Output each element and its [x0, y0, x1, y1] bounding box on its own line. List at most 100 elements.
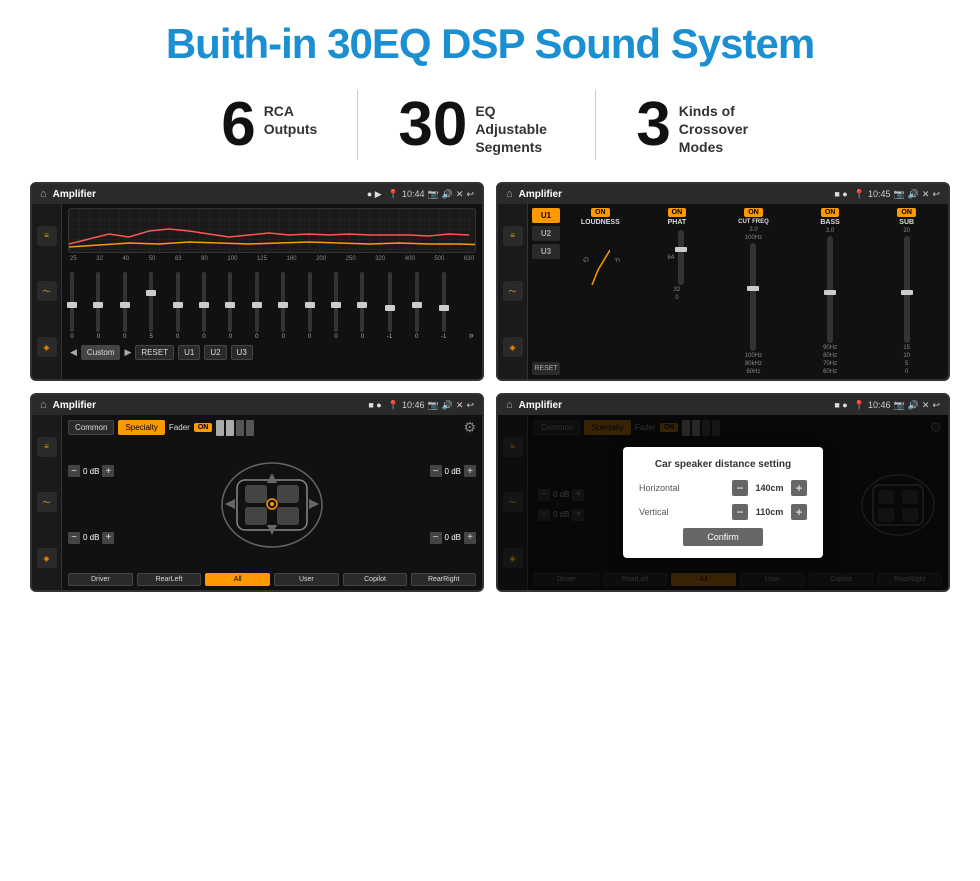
- eq-slider-10[interactable]: 0: [308, 272, 312, 340]
- eq-labels: 2532 4050 6380 100125 160200 250320 4005…: [68, 256, 476, 262]
- settings-icon[interactable]: ⚙: [463, 419, 476, 436]
- home-icon-4[interactable]: ⌂: [506, 399, 513, 411]
- back-icon-4[interactable]: ↩: [932, 400, 940, 411]
- next-preset-btn[interactable]: ▶: [124, 347, 131, 358]
- screen-sidebar-3: ≡ 〜 ◈: [32, 415, 62, 590]
- minus-br[interactable]: −: [430, 532, 442, 544]
- sidebar-eq-btn-2[interactable]: ≡: [503, 226, 523, 246]
- stat-label-crossover: Kinds of Crossover Modes: [679, 102, 759, 157]
- time-3: 10:46: [402, 400, 425, 410]
- db-ctrl-tr: − 0 dB +: [430, 465, 476, 477]
- eq-graph: [68, 208, 476, 253]
- home-icon-2[interactable]: ⌂: [506, 188, 513, 200]
- eq-slider-11[interactable]: 0: [334, 272, 338, 340]
- all-btn[interactable]: All: [205, 573, 270, 586]
- eq-slider-14[interactable]: 0: [415, 272, 419, 340]
- copilot-btn[interactable]: Copilot: [343, 573, 408, 586]
- eq-slider-5[interactable]: 0: [176, 272, 180, 340]
- eq-slider-8[interactable]: 0: [255, 272, 259, 340]
- db-ctrl-tl: − 0 dB +: [68, 465, 114, 477]
- horizontal-plus-btn[interactable]: +: [791, 480, 807, 496]
- u1-btn-1[interactable]: U1: [178, 345, 200, 360]
- minus-tr[interactable]: −: [430, 465, 442, 477]
- prev-preset-btn[interactable]: ◀: [70, 347, 77, 358]
- eq-sliders: 0 0 0 5 0 0 0 0 0 0 0 0 -1 0 -1: [68, 265, 476, 340]
- back-icon-3[interactable]: ↩: [466, 400, 474, 411]
- cutfreq-col: ON CUT FREQ 3.0 100Hz 100Hz 80kHz 60Hz: [716, 208, 791, 375]
- minus-bl[interactable]: −: [68, 532, 80, 544]
- sidebar-wave-btn[interactable]: 〜: [37, 281, 57, 301]
- bass-col: ON BASS 3.0 90Hz 80Hz 70Hz 60Hz: [793, 208, 868, 375]
- plus-tl[interactable]: +: [102, 465, 114, 477]
- fader-on-badge[interactable]: ON: [194, 423, 213, 432]
- phat-on[interactable]: ON: [668, 208, 687, 217]
- plus-bl[interactable]: +: [102, 532, 114, 544]
- u1-preset[interactable]: U1: [532, 208, 560, 223]
- arrow-right-icon[interactable]: »: [469, 330, 474, 340]
- stat-crossover: 3 Kinds of Crossover Modes: [596, 94, 798, 157]
- reset-btn-amp[interactable]: RESET: [532, 362, 560, 375]
- status-bar-1: ⌂ Amplifier ● ▶ 📍 10:44 📷 🔊 ✕ ↩: [32, 184, 482, 204]
- cutfreq-on[interactable]: ON: [744, 208, 763, 217]
- home-icon-3[interactable]: ⌂: [40, 399, 47, 411]
- eq-main: 2532 4050 6380 100125 160200 250320 4005…: [62, 204, 482, 379]
- rear-left-btn[interactable]: RearLeft: [137, 573, 202, 586]
- confirm-btn[interactable]: Confirm: [683, 528, 763, 546]
- sub-label: SUB: [899, 219, 914, 226]
- sidebar-vol-btn[interactable]: ◈: [37, 337, 57, 357]
- loudness-label: LOUDNESS: [581, 219, 620, 226]
- status-bar-2: ⌂ Amplifier ■ ● 📍 10:45 📷 🔊 ✕ ↩: [498, 184, 948, 204]
- eq-slider-2[interactable]: 0: [96, 272, 100, 340]
- db-row-tr: − 0 dB +: [430, 465, 476, 477]
- sidebar-wave-btn-2[interactable]: 〜: [503, 281, 523, 301]
- plus-tr[interactable]: +: [464, 465, 476, 477]
- vertical-plus-btn[interactable]: +: [791, 504, 807, 520]
- sidebar-wave-btn-3[interactable]: 〜: [37, 492, 57, 512]
- sidebar-vol-btn-2[interactable]: ◈: [503, 337, 523, 357]
- u2-btn-1[interactable]: U2: [204, 345, 226, 360]
- u3-preset[interactable]: U3: [532, 244, 560, 259]
- sidebar-eq-btn[interactable]: ≡: [37, 226, 57, 246]
- eq-slider-6[interactable]: 0: [202, 272, 206, 340]
- screen-amp: ⌂ Amplifier ■ ● 📍 10:45 📷 🔊 ✕ ↩ ≡ 〜 ◈: [496, 182, 950, 381]
- eq-slider-1[interactable]: 0: [70, 272, 74, 340]
- u2-preset[interactable]: U2: [532, 226, 560, 241]
- status-dots-2: ■ ●: [834, 189, 847, 199]
- home-icon-1[interactable]: ⌂: [40, 188, 47, 200]
- bass-on[interactable]: ON: [821, 208, 840, 217]
- eq-slider-3[interactable]: 0: [123, 272, 127, 340]
- eq-slider-12[interactable]: 0: [360, 272, 364, 340]
- common-tab[interactable]: Common: [68, 420, 114, 435]
- fader-bar-1: [216, 420, 224, 436]
- screen-content-4: ≡ 〜 ◈ Common Specialty Fader ON: [498, 415, 948, 590]
- rear-right-btn[interactable]: RearRight: [411, 573, 476, 586]
- specialty-tab[interactable]: Specialty: [118, 420, 164, 435]
- back-icon-2[interactable]: ↩: [932, 189, 940, 200]
- db-val-tl: 0 dB: [83, 467, 99, 476]
- custom-preset-btn[interactable]: Custom: [81, 345, 121, 360]
- eq-slider-9[interactable]: 0: [281, 272, 285, 340]
- reset-btn-1[interactable]: RESET: [135, 345, 174, 360]
- minus-tl[interactable]: −: [68, 465, 80, 477]
- status-icons-1: 📍 10:44 📷 🔊 ✕ ↩: [388, 189, 474, 200]
- u3-btn-1[interactable]: U3: [231, 345, 253, 360]
- sidebar-eq-btn-3[interactable]: ≡: [37, 437, 57, 457]
- vertical-label: Vertical: [639, 507, 669, 517]
- vertical-value: 110cm: [752, 507, 787, 517]
- sub-on[interactable]: ON: [897, 208, 916, 217]
- driver-btn[interactable]: Driver: [68, 573, 133, 586]
- vertical-minus-btn[interactable]: −: [732, 504, 748, 520]
- eq-slider-13[interactable]: -1: [387, 272, 392, 340]
- loudness-on[interactable]: ON: [591, 208, 610, 217]
- user-btn[interactable]: User: [274, 573, 339, 586]
- eq-slider-7[interactable]: 0: [228, 272, 232, 340]
- app-name-4: Amplifier: [519, 400, 562, 411]
- horizontal-minus-btn[interactable]: −: [732, 480, 748, 496]
- plus-br[interactable]: +: [464, 532, 476, 544]
- eq-slider-4[interactable]: 5: [149, 272, 153, 340]
- status-icons-2: 📍 10:45 📷 🔊 ✕ ↩: [854, 189, 940, 200]
- back-icon-1[interactable]: ↩: [466, 189, 474, 200]
- sidebar-vol-btn-3[interactable]: ◈: [37, 548, 57, 568]
- eq-slider-15[interactable]: -1: [441, 272, 446, 340]
- db-row-tl: − 0 dB +: [68, 465, 114, 477]
